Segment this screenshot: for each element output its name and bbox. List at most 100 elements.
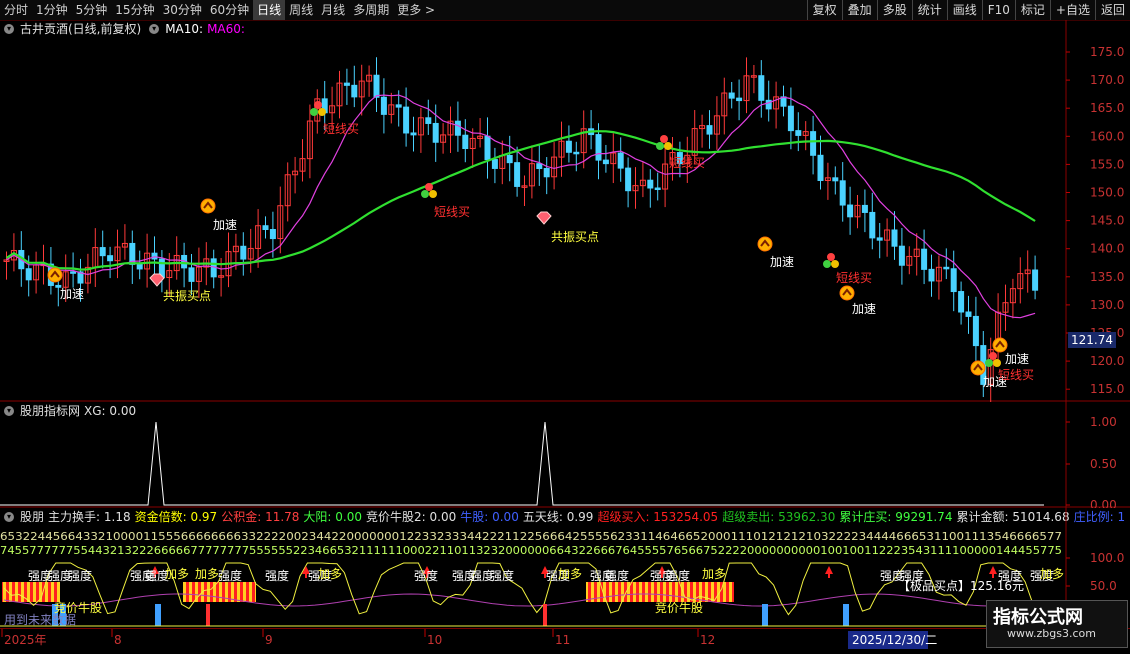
candle-body — [847, 204, 854, 218]
jiaduo-label: 加多 — [702, 567, 726, 581]
signal-label: 加速 — [852, 302, 876, 316]
period-tab-6[interactable]: 日线 — [253, 0, 286, 20]
toolbar-button-2[interactable]: 多股 — [876, 0, 912, 20]
toolbar-button-0[interactable]: 复权 — [806, 0, 842, 20]
best-buy-label: 【极品买点】125.16元 — [898, 579, 1024, 593]
toolbar-button-4[interactable]: 画线 — [946, 0, 982, 20]
balls-icon — [656, 135, 672, 150]
signal-label: 短线买 — [836, 271, 872, 285]
candle-body — [928, 268, 935, 282]
strength-label: 强度 — [490, 568, 514, 583]
candle-body — [617, 152, 624, 169]
time-label: 10 — [427, 633, 442, 647]
strength-label: 强度 — [68, 568, 92, 583]
candle-body — [795, 130, 802, 136]
current-price-tag: 121.74 — [1068, 332, 1116, 348]
time-label: 11 — [555, 633, 570, 647]
candle-body — [99, 247, 106, 257]
indicator2-chart[interactable]: 100.0 50.0 6532244566433210000115556666666… — [0, 508, 1130, 628]
candle-body — [70, 271, 77, 274]
candle-body — [839, 180, 846, 206]
candle-body — [965, 311, 972, 317]
candle-body — [891, 229, 898, 247]
ind2-tick-label: 50.0 — [1090, 579, 1117, 593]
candle-body — [269, 229, 276, 240]
toolbar-button-5[interactable]: F10 — [981, 0, 1015, 20]
jiaduo-label: 加多 — [165, 567, 189, 581]
candle-body — [736, 97, 743, 102]
strength-label: 强度 — [265, 568, 289, 583]
candle-body — [432, 122, 439, 143]
candle-body — [514, 162, 521, 187]
ind2-tick-label: 100.0 — [1090, 551, 1124, 565]
price-tick-label: 160.0 — [1090, 129, 1124, 143]
period-tab-8[interactable]: 月线 — [317, 0, 349, 20]
candle-body — [136, 263, 143, 270]
candle-body — [462, 134, 469, 150]
period-tab-10[interactable]: 更多 > — [393, 0, 439, 20]
toolbar-button-1[interactable]: 叠加 — [841, 0, 877, 20]
period-tab-1[interactable]: 1分钟 — [32, 0, 72, 20]
signal-label: 加速 — [60, 287, 84, 301]
signal-label: 短线买 — [998, 368, 1034, 382]
candle-body — [454, 120, 461, 136]
indicator1-chart[interactable]: 1.00 0.50 0.00 — [0, 402, 1130, 508]
candle-body — [1032, 269, 1039, 291]
price-tick-label: 130.0 — [1090, 298, 1124, 312]
period-toolbar: 分时 1分钟 5分钟 15分钟 30分钟 60分钟 日线 周线 月线 多周期 更多 > 复权 叠加 多股… — [0, 0, 1130, 21]
signal-label: 加速 — [770, 255, 794, 269]
candle-body — [921, 248, 928, 270]
toolbar-button-8[interactable]: 返回 — [1094, 0, 1130, 20]
accelerate-icon — [47, 267, 63, 283]
period-tab-9[interactable]: 多周期 — [349, 0, 393, 20]
price-chart[interactable]: 175.0 170.0 165.0 160.0 155.0 150.0 145.0 140.0… — [0, 20, 1130, 402]
candle-body — [832, 177, 839, 182]
gem-icon — [536, 211, 552, 225]
toolbar-button-7[interactable]: +自选 — [1049, 0, 1095, 20]
signal-label: 短线买 — [323, 122, 359, 136]
candle-body — [958, 291, 965, 313]
candle-body — [25, 268, 32, 281]
period-tab-2[interactable]: 5分钟 — [72, 0, 112, 20]
period-tab-3[interactable]: 15分钟 — [111, 0, 158, 20]
ind1-tick-label: 0.00 — [1090, 498, 1117, 508]
candle-body — [403, 106, 410, 134]
price-tick-label: 140.0 — [1090, 242, 1124, 256]
candle-body — [373, 74, 380, 98]
toolbar-button-6[interactable]: 标记 — [1014, 0, 1050, 20]
candle-body — [950, 268, 957, 293]
price-tick-label: 175.0 — [1090, 45, 1124, 59]
period-tab-0[interactable]: 分时 — [0, 0, 32, 20]
candle-body — [506, 155, 513, 164]
digit-row-1: 6532244566433210000115556666666633222200… — [0, 530, 1062, 543]
price-tick-label: 135.0 — [1090, 270, 1124, 284]
period-tab-5[interactable]: 60分钟 — [206, 0, 253, 20]
candle-body — [647, 179, 654, 189]
candle-body — [395, 104, 402, 108]
price-tick-label: 145.0 — [1090, 214, 1124, 228]
candle-body — [565, 140, 572, 153]
strength-label: 强度 — [414, 568, 438, 583]
candle-body — [380, 96, 387, 115]
signal-label: 共振买点 — [163, 289, 211, 303]
signal-stripe-bar — [2, 582, 60, 602]
time-label: 9 — [265, 633, 273, 647]
ind2-volume-bar — [543, 604, 547, 626]
ind2-volume-bar — [843, 604, 849, 626]
price-tick-label: 150.0 — [1090, 186, 1124, 200]
toolbar-button-3[interactable]: 统计 — [911, 0, 947, 20]
candle-body — [536, 163, 543, 170]
ind2-volume-bar — [762, 604, 768, 626]
candle-body — [107, 255, 114, 262]
period-tab-4[interactable]: 30分钟 — [159, 0, 206, 20]
candle-body — [625, 167, 632, 192]
period-tab-7[interactable]: 周线 — [285, 0, 317, 20]
time-label: 2025年 — [4, 633, 47, 647]
candle-body — [425, 117, 432, 124]
signal-label: 共振买点 — [551, 230, 599, 244]
jiaduo-label: 加多 — [318, 567, 342, 581]
candle-body — [573, 151, 580, 155]
candle-body — [543, 168, 550, 178]
cursor-date: 2025/12/30/二 — [852, 633, 937, 647]
candle-body — [810, 131, 817, 156]
